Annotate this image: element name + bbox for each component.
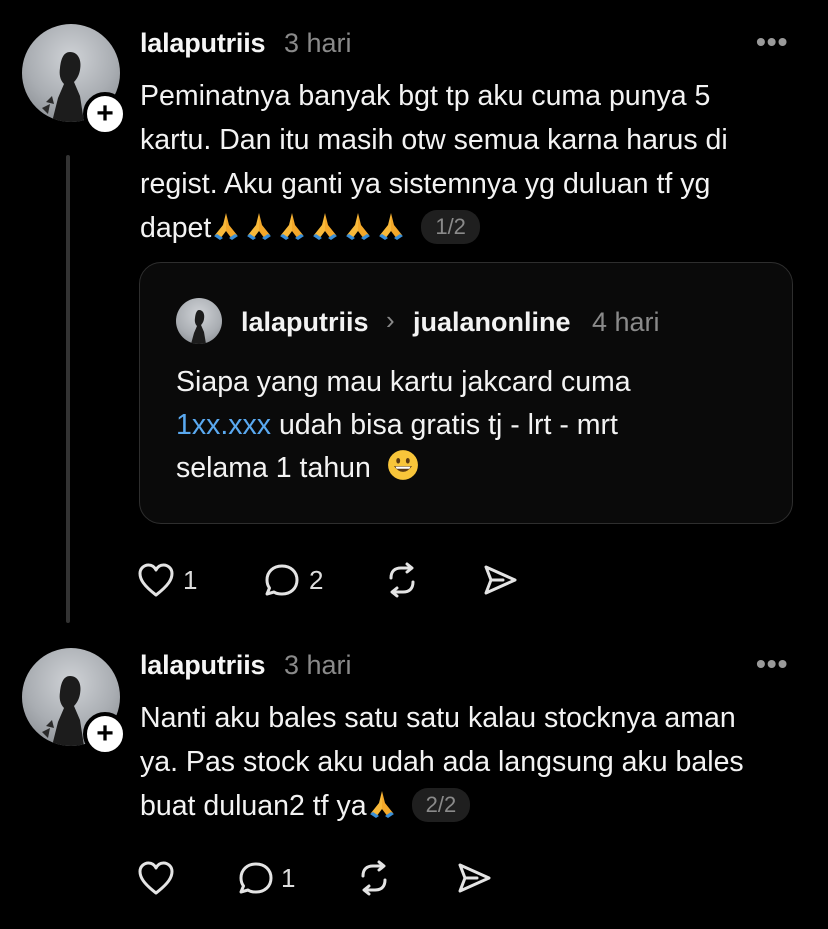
- like-button[interactable]: [137, 860, 175, 896]
- page-indicator-badge: 2/2: [411, 788, 471, 822]
- post-line-4: dapet 1/2: [140, 206, 728, 250]
- folded-hands-icon: [369, 791, 394, 818]
- quoted-body: Siapa yang mau kartu jakcard cuma 1xx.xx…: [176, 361, 631, 490]
- price-link[interactable]: 1xx.xxx: [176, 409, 271, 441]
- share-button[interactable]: [455, 860, 493, 896]
- folded-hands-icon: [346, 213, 371, 240]
- follow-plus-button[interactable]: +: [83, 712, 127, 756]
- thread-line: [66, 155, 70, 623]
- like-button[interactable]: 1: [137, 562, 197, 598]
- post-username[interactable]: lalaputriis: [140, 650, 266, 681]
- repost-icon: [361, 860, 387, 896]
- post-line-3: regist. Aku ganti ya sistemnya yg duluan…: [140, 168, 711, 200]
- post-body: Nanti aku bales satu satu kalau stocknya…: [140, 696, 744, 828]
- quoted-time: 4 hari: [592, 307, 660, 337]
- quoted-line-3: selama 1 tahun: [176, 447, 631, 490]
- post-line-1: Nanti aku bales satu satu kalau stocknya…: [140, 702, 736, 734]
- folded-hands-icon: [379, 213, 404, 240]
- chevron-right-icon: ›: [386, 305, 395, 335]
- post-time: 3 hari: [284, 28, 352, 58]
- post-username[interactable]: lalaputriis: [140, 28, 266, 59]
- comment-bubble-icon: [265, 564, 299, 596]
- quoted-line-2: 1xx.xxx udah bisa gratis tj - lrt - mrt: [176, 404, 631, 447]
- folded-hands-icon: [247, 213, 272, 240]
- post-line-1: Peminatnya banyak bgt tp aku cuma punya …: [140, 80, 711, 112]
- quoted-line-3-text: selama 1 tahun: [176, 452, 371, 484]
- quoted-line-1: Siapa yang mau kartu jakcard cuma: [176, 366, 631, 398]
- send-icon: [484, 565, 517, 595]
- reply-button[interactable]: 1: [237, 860, 295, 896]
- post-actions: 1 2: [137, 558, 537, 608]
- reply-button[interactable]: 2: [263, 562, 323, 598]
- like-count: 1: [183, 564, 198, 595]
- post-actions: 1: [137, 856, 537, 906]
- grinning-face-icon: [387, 450, 418, 480]
- reply-count: 1: [281, 862, 296, 893]
- quoted-username[interactable]: lalaputriis: [241, 307, 369, 338]
- quoted-line-2-rest: udah bisa gratis tj - lrt - mrt: [271, 409, 618, 441]
- quoted-post-card[interactable]: lalaputriis › jualanonline 4 hari Siapa …: [139, 262, 793, 524]
- heart-icon: [138, 861, 174, 895]
- folded-hands-icon: [313, 213, 338, 240]
- emoji-row: [211, 212, 409, 244]
- avatar-silhouette-icon: [191, 310, 206, 344]
- share-button[interactable]: [481, 562, 519, 598]
- more-options-button[interactable]: •••: [756, 648, 788, 680]
- post-line-2: ya. Pas stock aku udah ada langsung aku …: [140, 746, 744, 778]
- more-options-button[interactable]: •••: [756, 26, 788, 58]
- heart-icon: [138, 563, 174, 597]
- page-indicator-badge: 1/2: [421, 210, 480, 244]
- post-body: Peminatnya banyak bgt tp aku cuma punya …: [140, 74, 728, 250]
- follow-plus-button[interactable]: +: [83, 92, 127, 136]
- folded-hands-icon: [214, 213, 239, 240]
- emoji-row: [367, 790, 400, 822]
- post-line-4-text: dapet: [140, 212, 212, 244]
- reply-to-username[interactable]: jualanonline: [413, 307, 571, 338]
- repost-button[interactable]: [355, 860, 393, 896]
- post-line-3-text: buat duluan2 tf ya: [140, 790, 367, 822]
- folded-hands-icon: [280, 213, 305, 240]
- post-line-3: buat duluan2 tf ya 2/2: [140, 784, 744, 828]
- post-line-2: kartu. Dan itu masih otw semua karna har…: [140, 124, 728, 156]
- reply-count: 2: [309, 564, 324, 595]
- quoted-avatar[interactable]: [176, 298, 222, 344]
- send-icon: [458, 863, 491, 893]
- post-time: 3 hari: [284, 650, 352, 680]
- repost-button[interactable]: [383, 562, 421, 598]
- comment-bubble-icon: [239, 862, 273, 894]
- repost-icon: [389, 562, 415, 598]
